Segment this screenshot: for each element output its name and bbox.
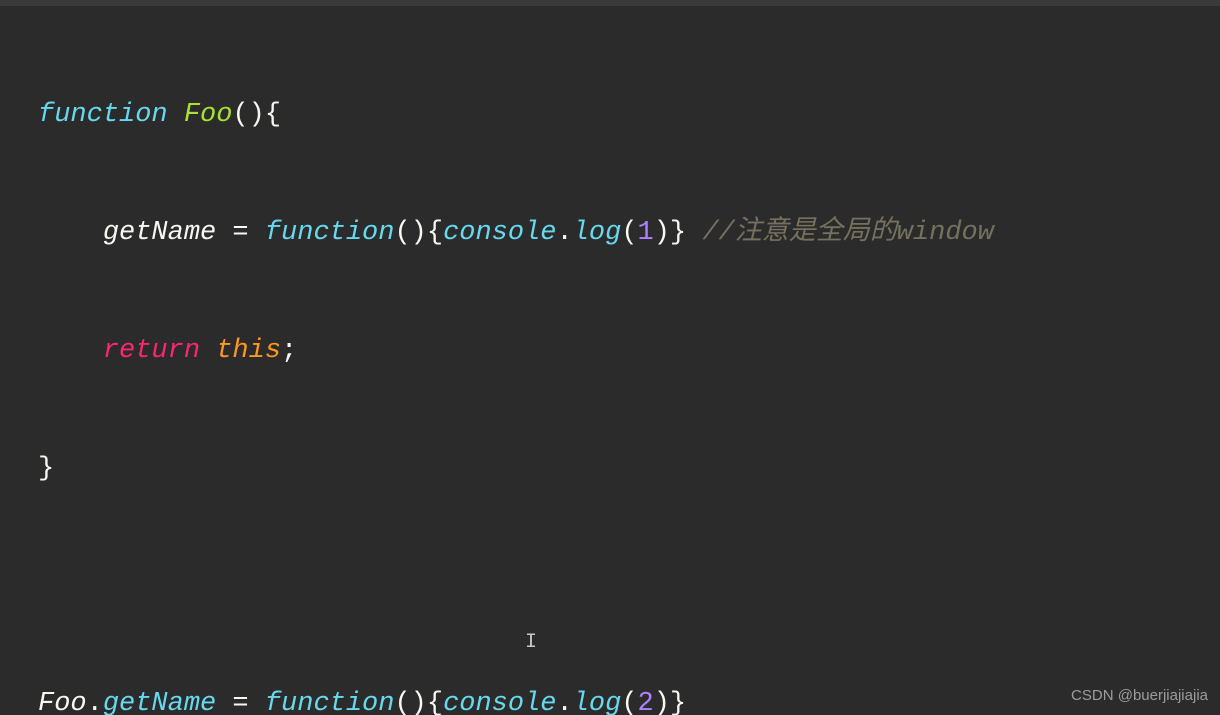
code-line: function Foo(){	[38, 96, 1220, 136]
watermark-text: CSDN @buerjiajiajia	[1071, 685, 1208, 707]
code-line: Foo.getName = function(){console.log(2)}	[38, 685, 1220, 715]
code-line	[38, 567, 1220, 607]
code-editor[interactable]: function Foo(){ getName = function(){con…	[0, 0, 1220, 715]
line-number-gutter	[0, 18, 22, 715]
text-cursor-icon: I	[525, 628, 537, 657]
code-content[interactable]: function Foo(){ getName = function(){con…	[22, 18, 1220, 715]
editor-top-bar	[0, 0, 1220, 6]
code-line: return this;	[38, 332, 1220, 372]
code-line: getName = function(){console.log(1)} //注…	[38, 214, 1220, 254]
code-line: }	[38, 450, 1220, 490]
